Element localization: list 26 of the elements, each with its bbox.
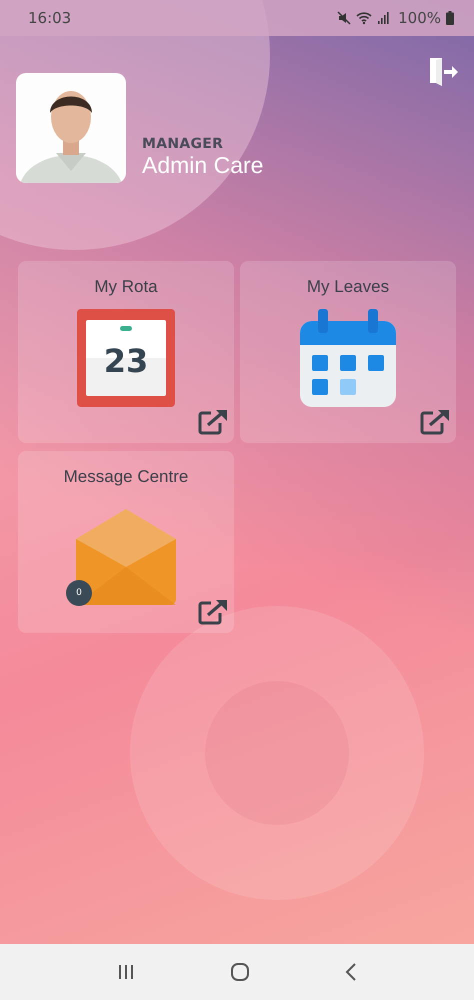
battery-level: 100%	[398, 9, 441, 27]
message-count-badge: 0	[66, 580, 92, 606]
user-name: Admin Care	[142, 152, 264, 179]
envelope-icon	[76, 509, 176, 605]
wifi-icon	[356, 11, 372, 25]
home-icon[interactable]	[230, 962, 250, 982]
tile-title: My Rota	[94, 277, 158, 297]
menu-tile[interactable]: My Leaves	[240, 261, 456, 443]
battery-icon	[446, 11, 454, 25]
menu-tile[interactable]: Message Centre 0	[18, 451, 234, 633]
signal-icon	[377, 12, 390, 24]
mute-icon	[337, 11, 352, 25]
external-link-icon[interactable]	[420, 409, 450, 435]
external-link-icon[interactable]	[198, 599, 228, 625]
calendar-date: 23	[104, 342, 148, 380]
calendar-ring-mark	[120, 326, 132, 331]
tile-title: Message Centre	[64, 467, 188, 487]
logout-icon[interactable]	[427, 56, 459, 88]
menu-tile[interactable]: My Rota 23	[18, 261, 234, 443]
calendar-icon	[298, 309, 398, 409]
external-link-icon[interactable]	[198, 409, 228, 435]
user-role: MANAGER	[142, 136, 224, 152]
status-time: 16:03	[28, 9, 72, 27]
back-icon[interactable]	[344, 963, 357, 981]
tile-title: My Leaves	[306, 277, 390, 297]
recent-apps-icon[interactable]	[117, 964, 136, 980]
